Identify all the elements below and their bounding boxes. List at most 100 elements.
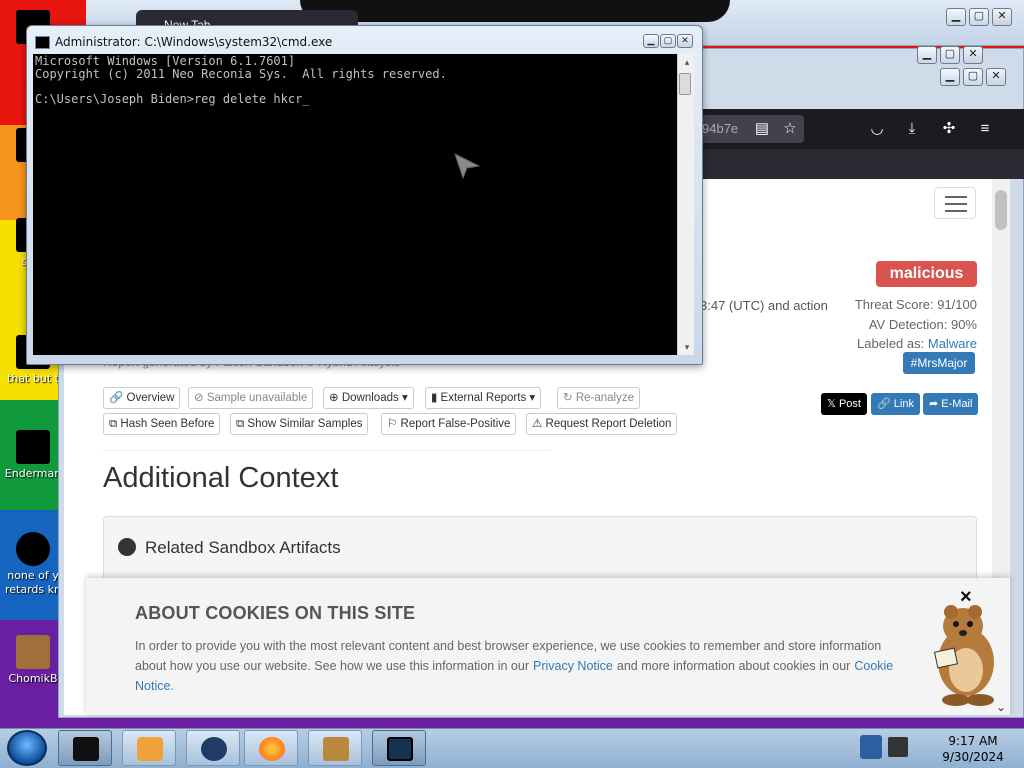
section-heading: Additional Context xyxy=(103,462,339,494)
page-scroll-thumb[interactable] xyxy=(995,190,1007,230)
request-report-deletion-button[interactable]: ⚠ Request Report Deletion xyxy=(526,413,678,435)
button-label: Downloads xyxy=(341,392,399,404)
taskbar-item-monitor[interactable] xyxy=(372,730,426,766)
desktop-icon-label: ChomikB xyxy=(8,672,58,685)
desktop-icon-enderman[interactable]: Enderman xyxy=(2,430,64,481)
bookmark-star-icon[interactable]: ☆ xyxy=(779,118,801,140)
divider xyxy=(103,450,551,451)
mid-window-minimize-button[interactable]: ▁ xyxy=(917,46,937,64)
download-icon[interactable]: ⤓ xyxy=(901,118,923,140)
external-reports-dropdown[interactable]: ▮ External Reports ▾ xyxy=(425,387,542,409)
network-icon[interactable] xyxy=(888,737,908,757)
labeled-as-label: Labeled as: xyxy=(857,336,925,351)
cookie-text: In order to provide you with the most re… xyxy=(135,636,895,696)
monitor-icon xyxy=(387,737,413,761)
cmd-scroll-thumb[interactable] xyxy=(679,73,691,95)
panel-title[interactable]: Related Sandbox Artifacts xyxy=(145,538,341,558)
cmd-maximize-button[interactable]: ▢ xyxy=(660,34,676,48)
button-label: Sample unavailable xyxy=(206,392,308,404)
button-label: E-Mail xyxy=(941,398,973,410)
back-window-close-button[interactable]: ✕ xyxy=(992,8,1012,26)
taskbar-item-firefox[interactable] xyxy=(244,730,298,766)
button-label: Overview xyxy=(126,392,175,404)
share-x-button[interactable]: 𝕏 Post xyxy=(821,393,867,415)
site-nav-toggle[interactable] xyxy=(934,187,976,219)
cookie-title: ABOUT COOKIES ON THIS SITE xyxy=(135,603,416,623)
start-button[interactable] xyxy=(7,730,47,766)
button-label: Request Report Deletion xyxy=(545,418,672,430)
hash-seen-before-button[interactable]: ⧉ Hash Seen Before xyxy=(103,413,221,435)
scan-info-text: 3:47 (UTC) and action xyxy=(700,298,828,313)
button-label: Report False-Positive xyxy=(400,418,511,430)
taskbar-item-cmd[interactable] xyxy=(58,730,112,766)
cmd-scroll-down-icon[interactable]: ▾ xyxy=(676,341,698,353)
share-email-button[interactable]: ➦ E-Mail xyxy=(923,393,979,415)
browser-tab-strip xyxy=(702,149,1024,179)
reader-view-icon[interactable]: ▤ xyxy=(751,118,773,140)
menu-icon[interactable]: ≡ xyxy=(974,118,996,140)
mouse-pointer-icon xyxy=(453,152,481,185)
browser-maximize-button[interactable]: ▢ xyxy=(963,68,983,86)
sample-unavailable-button[interactable]: ⊘ Sample unavailable xyxy=(188,387,314,409)
hamster-icon xyxy=(16,635,50,669)
desktop-icon-6[interactable]: none of y retards kn xyxy=(2,532,64,597)
browser-minimize-button[interactable]: ▁ xyxy=(940,68,960,86)
mid-window-close-button[interactable]: ✕ xyxy=(963,46,983,64)
hamster-mascot-icon xyxy=(918,600,1008,708)
copy-icon: ⧉ xyxy=(236,418,245,430)
firefox-icon xyxy=(259,737,285,761)
system-tray[interactable] xyxy=(858,732,918,764)
privacy-notice-link[interactable]: Privacy Notice xyxy=(529,659,617,673)
cmd-scroll-up-icon[interactable]: ▴ xyxy=(676,56,698,68)
cmd-minimize-button[interactable]: ▁ xyxy=(643,34,659,48)
scroll-down-icon[interactable]: ⌄ xyxy=(990,696,1012,718)
pocket-icon[interactable]: ◡ xyxy=(866,118,888,140)
report-false-positive-button[interactable]: ⚐ Report False-Positive xyxy=(381,413,517,435)
console-line: Microsoft Windows [Version 6.1.7601] xyxy=(35,54,296,68)
reanalyze-button[interactable]: ↻ Re-analyze xyxy=(557,387,641,409)
tag-badge[interactable]: #MrsMajor xyxy=(903,352,975,374)
hamster-box-icon xyxy=(323,737,349,761)
warning-circle-icon: ⊘ xyxy=(194,392,204,404)
av-detection: AV Detection: 90% xyxy=(868,317,977,332)
clock-time: 9:17 AM xyxy=(948,734,998,748)
globe-icon xyxy=(118,538,136,556)
cookie-text-part: and more information about cookies in ou… xyxy=(616,659,851,673)
button-label: Link xyxy=(893,398,914,410)
console-prompt-line: C:\Users\Joseph Biden>reg delete hkcr_ xyxy=(35,91,675,106)
desktop-icon-label: that but t xyxy=(7,372,59,385)
action-center-icon[interactable] xyxy=(860,735,882,759)
desktop-icon-chomik[interactable]: ChomikB xyxy=(2,635,64,686)
media-player-icon xyxy=(137,737,163,761)
back-window-maximize-button[interactable]: ▢ xyxy=(969,8,989,26)
cmd-scrollbar[interactable] xyxy=(677,54,694,355)
generic-icon xyxy=(16,532,50,566)
taskbar-item-hamster[interactable] xyxy=(308,730,362,766)
warning-icon: ⚠ xyxy=(532,418,543,430)
cmd-console[interactable]: Microsoft Windows [Version 6.1.7601] Copy… xyxy=(33,54,677,355)
back-window-minimize-button[interactable]: ▁ xyxy=(946,8,966,26)
cmd-icon xyxy=(73,737,99,761)
taskbar-item-media[interactable] xyxy=(122,730,176,766)
browser-close-button[interactable]: ✕ xyxy=(986,68,1006,86)
share-link-button[interactable]: 🔗 Link xyxy=(871,393,920,415)
console-cursor: _ xyxy=(302,91,310,106)
flag-icon: ⚐ xyxy=(387,418,398,430)
cmd-icon xyxy=(35,36,50,49)
labeled-as-link[interactable]: Malware xyxy=(928,336,977,351)
clock[interactable]: 9:17 AM 9/30/2024 xyxy=(940,733,1006,765)
mid-window-maximize-button[interactable]: ▢ xyxy=(940,46,960,64)
share-icon: ➦ xyxy=(929,398,939,410)
extensions-icon[interactable]: ✣ xyxy=(938,118,960,140)
desktop-icon-label: Enderman xyxy=(4,467,62,480)
threat-score: Threat Score: 91/100 xyxy=(854,297,977,312)
link-icon: 🔗 xyxy=(109,392,124,404)
taskbar-item-globe[interactable] xyxy=(186,730,240,766)
show-similar-samples-button[interactable]: ⧉ Show Similar Samples xyxy=(230,413,369,435)
enderman-icon xyxy=(16,430,50,464)
overview-button[interactable]: 🔗 Overview xyxy=(103,387,181,409)
downloads-dropdown[interactable]: ⊕ Downloads ▾ xyxy=(323,387,414,409)
console-prompt: C:\Users\Joseph Biden>reg delete hkcr xyxy=(35,91,303,106)
download-circle-icon: ⊕ xyxy=(329,392,339,404)
cmd-close-button[interactable]: ✕ xyxy=(677,34,693,48)
